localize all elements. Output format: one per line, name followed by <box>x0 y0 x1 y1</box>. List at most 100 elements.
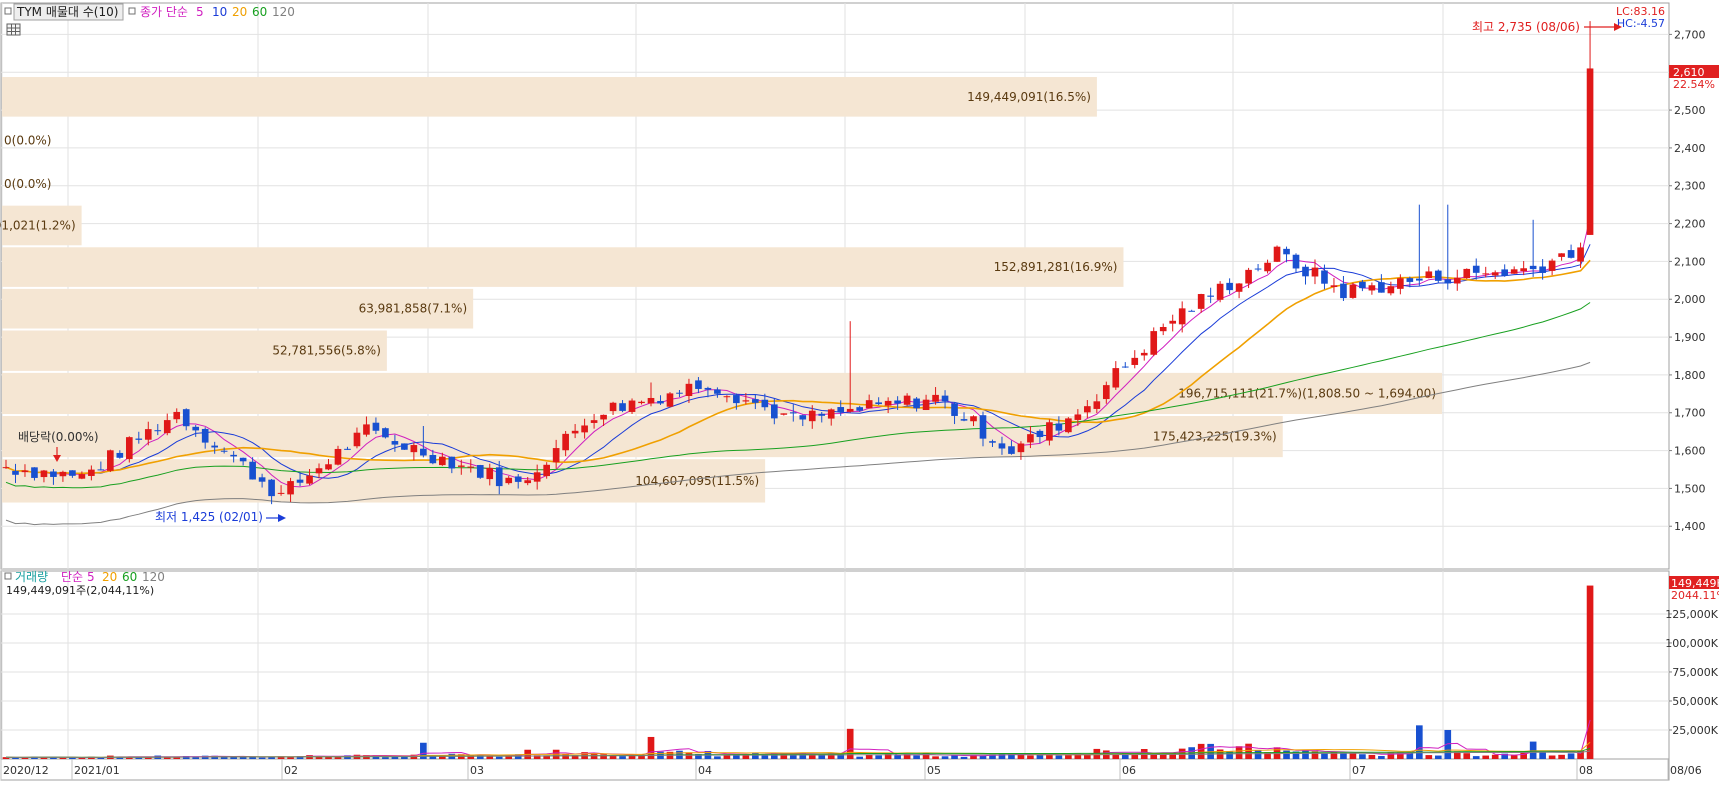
candle-body <box>201 428 209 443</box>
volume-bar <box>1359 754 1366 759</box>
chart-window: 149,449,091(16.5%) 0(0.0%) 0(0.0%) 10,891,0… <box>0 0 1719 781</box>
candle-body <box>960 419 968 421</box>
volume-bar <box>1197 743 1205 759</box>
candle-body <box>619 403 626 411</box>
candle-body <box>154 430 162 432</box>
candle-body <box>486 467 494 480</box>
volume-profile-bar <box>2 247 1124 287</box>
candle-body <box>476 465 484 478</box>
candle-body <box>50 471 57 477</box>
candle-body <box>410 445 418 453</box>
ma-period-10: 10 <box>212 5 227 19</box>
volume-bar <box>1586 585 1594 759</box>
candle-body <box>1017 443 1025 453</box>
volume-bar <box>1491 754 1499 759</box>
volume-tick-label: 100,000K <box>1665 637 1718 650</box>
candle-body <box>1453 277 1461 284</box>
price-tick-label: 2,700 <box>1674 28 1706 41</box>
candle-body <box>970 416 977 422</box>
candle-body <box>647 397 655 404</box>
grid-table-icon[interactable] <box>6 23 21 36</box>
candle-body <box>1112 368 1120 388</box>
candle-body <box>1207 295 1214 297</box>
volume-bar <box>1416 725 1423 759</box>
volume-bar <box>1283 750 1290 759</box>
volume-bar <box>1463 753 1471 759</box>
candle-body <box>59 471 67 477</box>
volume-profile-label: 63,981,858(7.1%) <box>359 302 468 316</box>
candle-body <box>1387 286 1395 294</box>
candle-body <box>420 448 427 456</box>
volume-bar <box>220 757 228 759</box>
candle-body <box>249 461 256 480</box>
candle-body <box>1330 285 1338 288</box>
volume-profile-label: 10,891,021(1.2%) <box>0 218 76 232</box>
candle-body <box>1425 271 1433 279</box>
volume-bar <box>1567 753 1575 759</box>
candle-body <box>372 422 380 431</box>
volume-bar <box>249 757 256 759</box>
candle-body <box>97 469 105 471</box>
candle-body <box>1378 282 1385 293</box>
price-axis: 1,400 1,500 1,600 1,700 1,800 1,900 2,000 2,100… <box>1669 28 1706 533</box>
candle-body <box>1577 247 1584 262</box>
price-tick-label: 1,400 <box>1674 520 1706 533</box>
candle-body <box>780 413 788 415</box>
candle-body <box>571 430 579 434</box>
candle-body <box>211 445 218 448</box>
price-tick-label: 2,100 <box>1674 255 1706 268</box>
candle-body <box>799 415 807 420</box>
candle-body <box>1027 434 1034 443</box>
volume-bar <box>382 757 389 759</box>
candle-body <box>1235 283 1243 292</box>
volume-bar <box>1368 754 1376 759</box>
candle-body <box>1046 422 1053 441</box>
volume-bar <box>1482 755 1490 759</box>
candle-body <box>752 399 759 403</box>
volume-bar <box>1245 743 1252 759</box>
candle-body <box>21 470 29 473</box>
volume-ma-60: 60 <box>122 570 137 584</box>
candle-body <box>287 481 294 495</box>
ma-period-5: 5 <box>196 5 204 19</box>
volume-profile-label: 104,607,095(11.5%) <box>635 474 759 488</box>
volume-legend-label: 거래량 <box>15 570 48 584</box>
candle-body <box>296 479 304 483</box>
candle-body <box>543 464 550 477</box>
candle-body <box>1491 272 1499 276</box>
volume-bar <box>1027 755 1034 759</box>
candle-body <box>69 470 76 476</box>
candle-body <box>306 475 313 484</box>
candle-body <box>1321 270 1328 284</box>
main-legend[interactable]: TYM 매물대 수(10) <box>16 5 118 19</box>
volume-bar <box>258 757 266 759</box>
candle-body <box>1197 294 1205 309</box>
candle-body <box>173 411 181 420</box>
candle-body <box>1397 278 1404 289</box>
candle-body <box>230 454 237 457</box>
candle-body <box>429 455 437 464</box>
candle-body <box>562 433 569 451</box>
volume-bar <box>495 756 503 759</box>
candle-body <box>391 441 399 445</box>
candle-body <box>1169 320 1177 324</box>
volume-ma-label: 단순 <box>61 570 83 584</box>
candle-body <box>1311 267 1319 277</box>
price-tick-label: 1,600 <box>1674 445 1706 458</box>
volume-bar <box>1349 753 1357 759</box>
candle-body <box>1340 283 1347 299</box>
candle-body <box>676 392 683 394</box>
volume-tick-label: 125,000K <box>1665 608 1718 621</box>
candle-body <box>1510 269 1518 274</box>
volume-tick-label: 75,000K <box>1672 666 1718 679</box>
volume-profile-label: 149,449,091(16.5%) <box>967 90 1091 104</box>
ma-period-60: 60 <box>252 5 267 19</box>
volume-bar <box>932 756 939 759</box>
volume-bar <box>486 756 494 759</box>
volume-profile-label: 152,891,281(16.9%) <box>994 260 1118 274</box>
volume-profile-label: 0(0.0%) <box>4 133 51 147</box>
candle-body <box>382 428 389 438</box>
volume-bar <box>334 757 342 759</box>
volume-bar <box>865 754 873 759</box>
candle-body <box>894 400 901 404</box>
